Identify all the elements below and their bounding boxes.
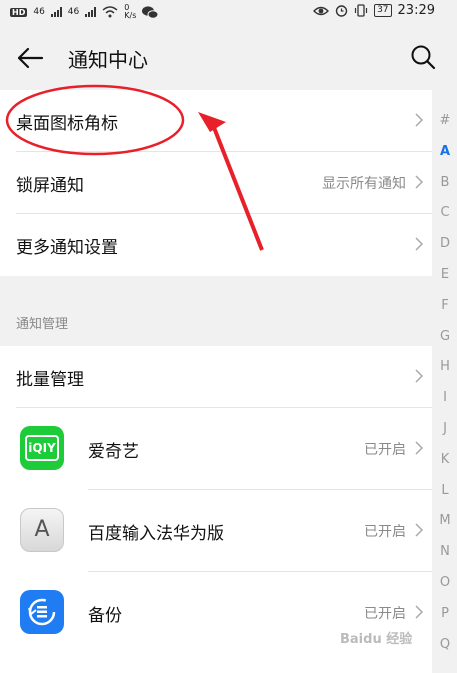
app-name: 爱奇艺 [88, 442, 139, 462]
index-letter[interactable]: G [440, 322, 450, 353]
index-letter[interactable]: J [443, 414, 447, 445]
iqiyi-icon: iQIY [20, 426, 64, 470]
index-letter[interactable]: C [440, 198, 449, 229]
wifi-icon [102, 6, 118, 18]
iqiyi-logo-text: iQIY [25, 435, 59, 461]
page-title: 通知中心 [68, 48, 148, 72]
index-letter[interactable]: Q [440, 630, 450, 661]
app-status: 已开启 [364, 524, 406, 540]
index-letter[interactable]: F [441, 291, 448, 322]
battery-icon: 37 [374, 4, 392, 17]
wechat-icon [142, 5, 159, 19]
search-icon[interactable] [410, 44, 436, 70]
index-letter[interactable]: L [441, 476, 448, 507]
backup-glyph-icon [28, 598, 56, 626]
chevron-right-icon [415, 441, 424, 455]
keyboard-a-icon: A [20, 508, 64, 552]
clock-time: 23:29 [397, 3, 435, 18]
index-letter[interactable]: # [440, 106, 451, 137]
chevron-right-icon [415, 523, 424, 537]
chevron-right-icon [415, 175, 424, 189]
lockscreen-notification-row[interactable]: 锁屏通知 显示所有通知 [0, 152, 432, 214]
index-letter[interactable]: D [440, 229, 450, 260]
more-notification-settings-label: 更多通知设置 [16, 238, 118, 258]
index-letter[interactable]: O [440, 568, 450, 599]
index-letter[interactable]: I [443, 383, 447, 414]
hd-badge: HD [10, 7, 28, 17]
index-letter[interactable]: N [440, 537, 450, 568]
lockscreen-notification-value: 显示所有通知 [322, 176, 406, 192]
index-letter[interactable]: H [440, 352, 450, 383]
index-letter[interactable]: K [441, 445, 450, 476]
index-letter[interactable]: P [441, 599, 449, 630]
network-speed: 0 K/s [124, 4, 136, 20]
more-notification-settings-row[interactable]: 更多通知设置 [0, 214, 432, 276]
chevron-right-icon [415, 237, 424, 251]
app-row-iqiyi[interactable]: iQIY 爱奇艺 已开启 [0, 408, 432, 490]
app-status: 已开启 [364, 606, 406, 622]
app-row-baidu-input[interactable]: A 百度输入法华为版 已开启 [0, 490, 432, 572]
app-name: 备份 [88, 606, 122, 626]
index-letter[interactable]: M [439, 506, 450, 537]
app-header: 通知中心 [0, 22, 457, 92]
network-type-1: 46 [33, 7, 45, 17]
index-letter[interactable]: B [441, 168, 450, 199]
batch-manage-label: 批量管理 [16, 370, 84, 390]
speed-unit: K/s [124, 11, 137, 20]
batch-manage-row[interactable]: 批量管理 [0, 346, 432, 408]
index-letter[interactable]: E [441, 260, 449, 291]
status-right: 37 23:29 [313, 3, 435, 18]
eye-icon [313, 6, 330, 15]
backup-icon [20, 590, 64, 634]
watermark: Baidu 经验 [340, 632, 413, 647]
badge-settings-label: 桌面图标角标 [16, 114, 118, 134]
app-name: 百度输入法华为版 [88, 524, 224, 544]
keyboard-letter: A [34, 517, 50, 542]
notification-management-card: 批量管理 iQIY 爱奇艺 已开启 A 百度输入法华为版 已开启 备份 已开启 [0, 346, 432, 673]
app-status: 已开启 [364, 442, 406, 458]
chevron-right-icon [415, 605, 424, 619]
lockscreen-notification-label: 锁屏通知 [16, 176, 84, 196]
chevron-right-icon [415, 113, 424, 127]
back-arrow-icon[interactable] [16, 46, 44, 70]
index-letter[interactable]: A [440, 137, 450, 168]
section-label-notification-management: 通知管理 [16, 317, 69, 332]
status-left: HD 46 46 0 K/s [10, 4, 159, 20]
signal-icon-2 [85, 7, 97, 17]
signal-icon [50, 7, 62, 17]
status-bar: HD 46 46 0 K/s 37 23:29 [0, 0, 457, 22]
alphabet-index[interactable]: # A B C D E F G H I J K L M N O P Q [433, 106, 457, 660]
badge-settings-row[interactable]: 桌面图标角标 [0, 90, 432, 152]
vibrate-icon [354, 4, 368, 17]
settings-card: 桌面图标角标 锁屏通知 显示所有通知 更多通知设置 [0, 90, 432, 276]
network-type-2: 46 [67, 7, 80, 17]
alarm-icon [335, 5, 348, 17]
chevron-right-icon [415, 369, 424, 383]
